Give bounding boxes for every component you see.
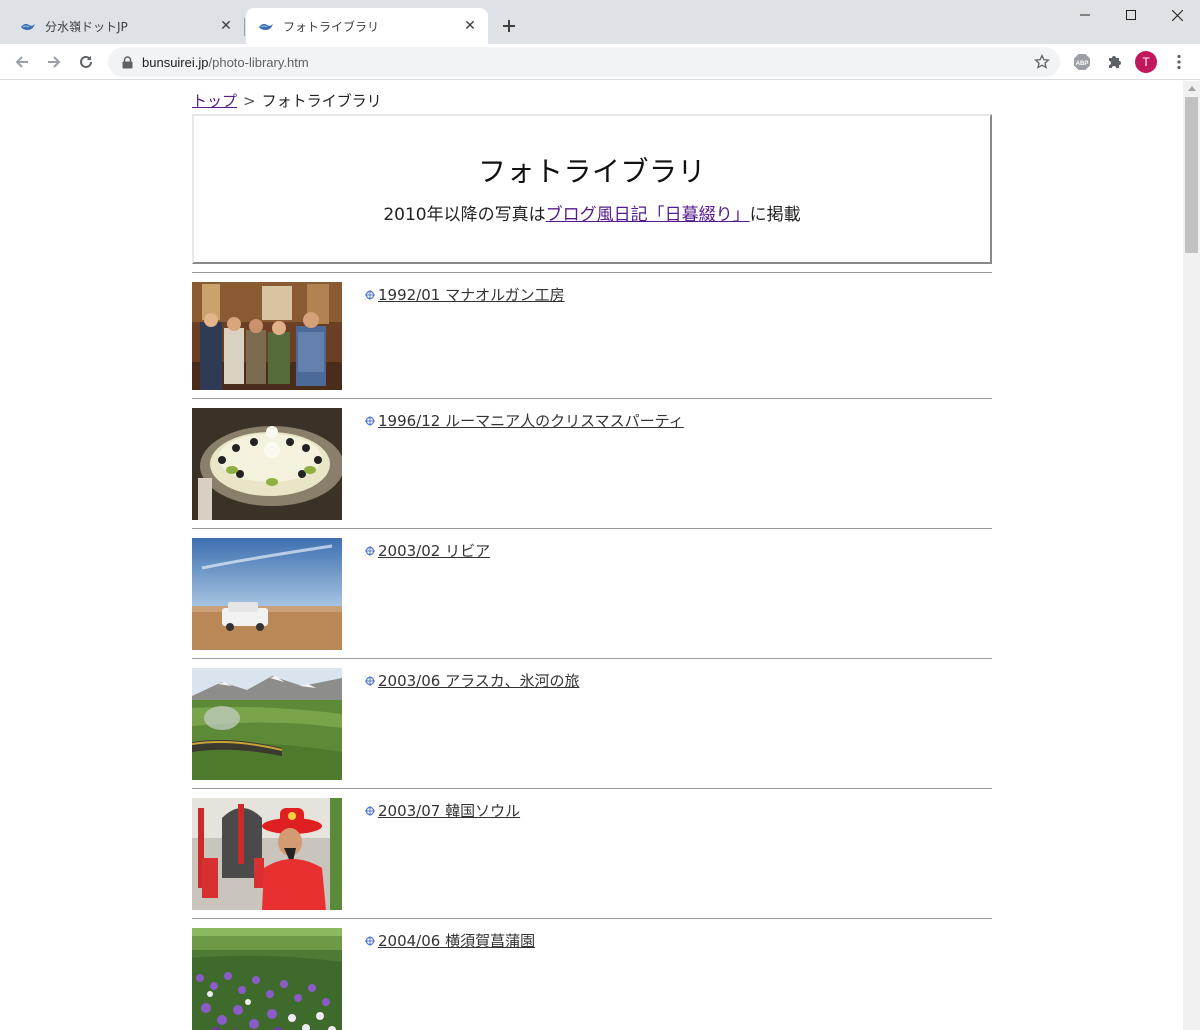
tab-close-icon[interactable]: ✕ (460, 16, 480, 36)
back-button[interactable] (8, 48, 36, 76)
breadcrumb-separator: > (243, 92, 256, 110)
entry-link-row: 2004/06 横須賀菖蒲園 (364, 930, 535, 951)
desert-photo-thumbnail[interactable] (192, 538, 342, 650)
crosshair-bullet-icon (364, 935, 376, 947)
entry-link-row: 2003/07 韓国ソウル (364, 800, 520, 821)
entry-link[interactable]: 1996/12 ルーマニア人のクリスマスパーティ (378, 410, 684, 431)
site-favicon-icon (20, 18, 36, 34)
extensions-puzzle-icon[interactable] (1104, 52, 1124, 72)
url-host: bunsuirei.jp (142, 54, 209, 70)
page-subtitle: 2010年以降の写真はブログ風日記「日暮綴り」に掲載 (194, 200, 990, 225)
lock-icon[interactable] (120, 55, 134, 69)
cake-photo-thumbnail[interactable] (192, 408, 342, 520)
breadcrumb-home-link[interactable]: トップ (192, 92, 237, 110)
entry-link-row: 2003/06 アラスカ、氷河の旅 (364, 670, 579, 691)
entry-link-row: 1992/01 マナオルガン工房 (364, 284, 565, 305)
entry-link[interactable]: 2003/06 アラスカ、氷河の旅 (378, 670, 579, 691)
alaska-train-photo-thumbnail[interactable] (192, 668, 342, 780)
adblock-plus-icon[interactable]: ABP (1072, 52, 1092, 72)
crosshair-bullet-icon (364, 805, 376, 817)
url-path: /photo-library.htm (208, 54, 309, 70)
photo-entry: 2003/02 リビア (192, 528, 992, 658)
reload-button[interactable] (72, 48, 100, 76)
kebab-menu-icon[interactable] (1169, 52, 1189, 72)
entry-link[interactable]: 1992/01 マナオルガン工房 (378, 284, 565, 305)
maximize-button[interactable] (1108, 0, 1154, 30)
iris-garden-photo-thumbnail[interactable] (192, 928, 342, 1030)
photo-entry: 2003/07 韓国ソウル (192, 788, 992, 918)
entry-link-row: 2003/02 リビア (364, 540, 490, 561)
header-box: フォトライブラリ 2010年以降の写真はブログ風日記「日暮綴り」に掲載 (192, 114, 992, 264)
seoul-guard-photo-thumbnail[interactable] (192, 798, 342, 910)
entry-link[interactable]: 2003/07 韓国ソウル (378, 800, 520, 821)
tab-close-icon[interactable]: ✕ (216, 16, 236, 36)
vertical-scrollbar[interactable] (1183, 81, 1200, 1030)
scrollbar-thumb[interactable] (1185, 97, 1198, 253)
site-favicon-icon (258, 18, 274, 34)
tab-photo-library[interactable]: フォトライブラリ ✕ (246, 8, 488, 44)
browser-toolbar: bunsuirei.jp/photo-library.htm ABP T (0, 44, 1200, 80)
photo-entry: 1992/01 マナオルガン工房 (192, 272, 992, 398)
crosshair-bullet-icon (364, 289, 376, 301)
page-title: フォトライブラリ (477, 155, 706, 188)
breadcrumb: トップ > フォトライブラリ (192, 90, 382, 111)
crosshair-bullet-icon (364, 415, 376, 427)
entry-link[interactable]: 2004/06 横須賀菖蒲園 (378, 930, 535, 951)
scroll-up-arrow-icon[interactable] (1183, 81, 1200, 95)
breadcrumb-current: フォトライブラリ (261, 92, 382, 110)
minimize-button[interactable] (1062, 0, 1108, 30)
address-bar[interactable]: bunsuirei.jp/photo-library.htm (108, 47, 1060, 77)
url-text[interactable]: bunsuirei.jp/photo-library.htm (142, 55, 309, 70)
profile-avatar[interactable]: T (1135, 51, 1157, 73)
new-tab-button[interactable] (497, 14, 521, 38)
crosshair-bullet-icon (364, 545, 376, 557)
subtitle-suffix: に掲載 (749, 205, 801, 225)
entry-link[interactable]: 2003/02 リビア (378, 540, 490, 561)
tab-title: 分水嶺ドットJP (45, 19, 128, 34)
photo-entry: 2004/06 横須賀菖蒲園 (192, 918, 992, 1030)
abp-label: ABP (1076, 61, 1089, 67)
page-viewport: トップ > フォトライブラリ フォトライブラリ 2010年以降の写真はブログ風日記「… (0, 81, 1183, 1030)
tab-separator (244, 18, 245, 36)
forward-button[interactable] (40, 48, 68, 76)
photo-entry: 2003/06 アラスカ、氷河の旅 (192, 658, 992, 788)
tab-title: フォトライブラリ (283, 19, 380, 34)
subtitle-prefix: 2010年以降の写真は (383, 205, 546, 225)
bookmark-star-icon[interactable] (1032, 52, 1052, 72)
crosshair-bullet-icon (364, 675, 376, 687)
tab-strip: 分水嶺ドットJP ✕ フォトライブラリ ✕ (0, 0, 1200, 44)
close-window-button[interactable] (1154, 0, 1200, 30)
photo-entry: 1996/12 ルーマニア人のクリスマスパーティ (192, 398, 992, 528)
entry-link-row: 1996/12 ルーマニア人のクリスマスパーティ (364, 410, 684, 431)
blog-diary-link[interactable]: ブログ風日記「日暮綴り」 (546, 205, 750, 225)
tab-bunsuirei-home[interactable]: 分水嶺ドットJP ✕ (8, 8, 244, 44)
group-photo-thumbnail[interactable] (192, 282, 342, 390)
